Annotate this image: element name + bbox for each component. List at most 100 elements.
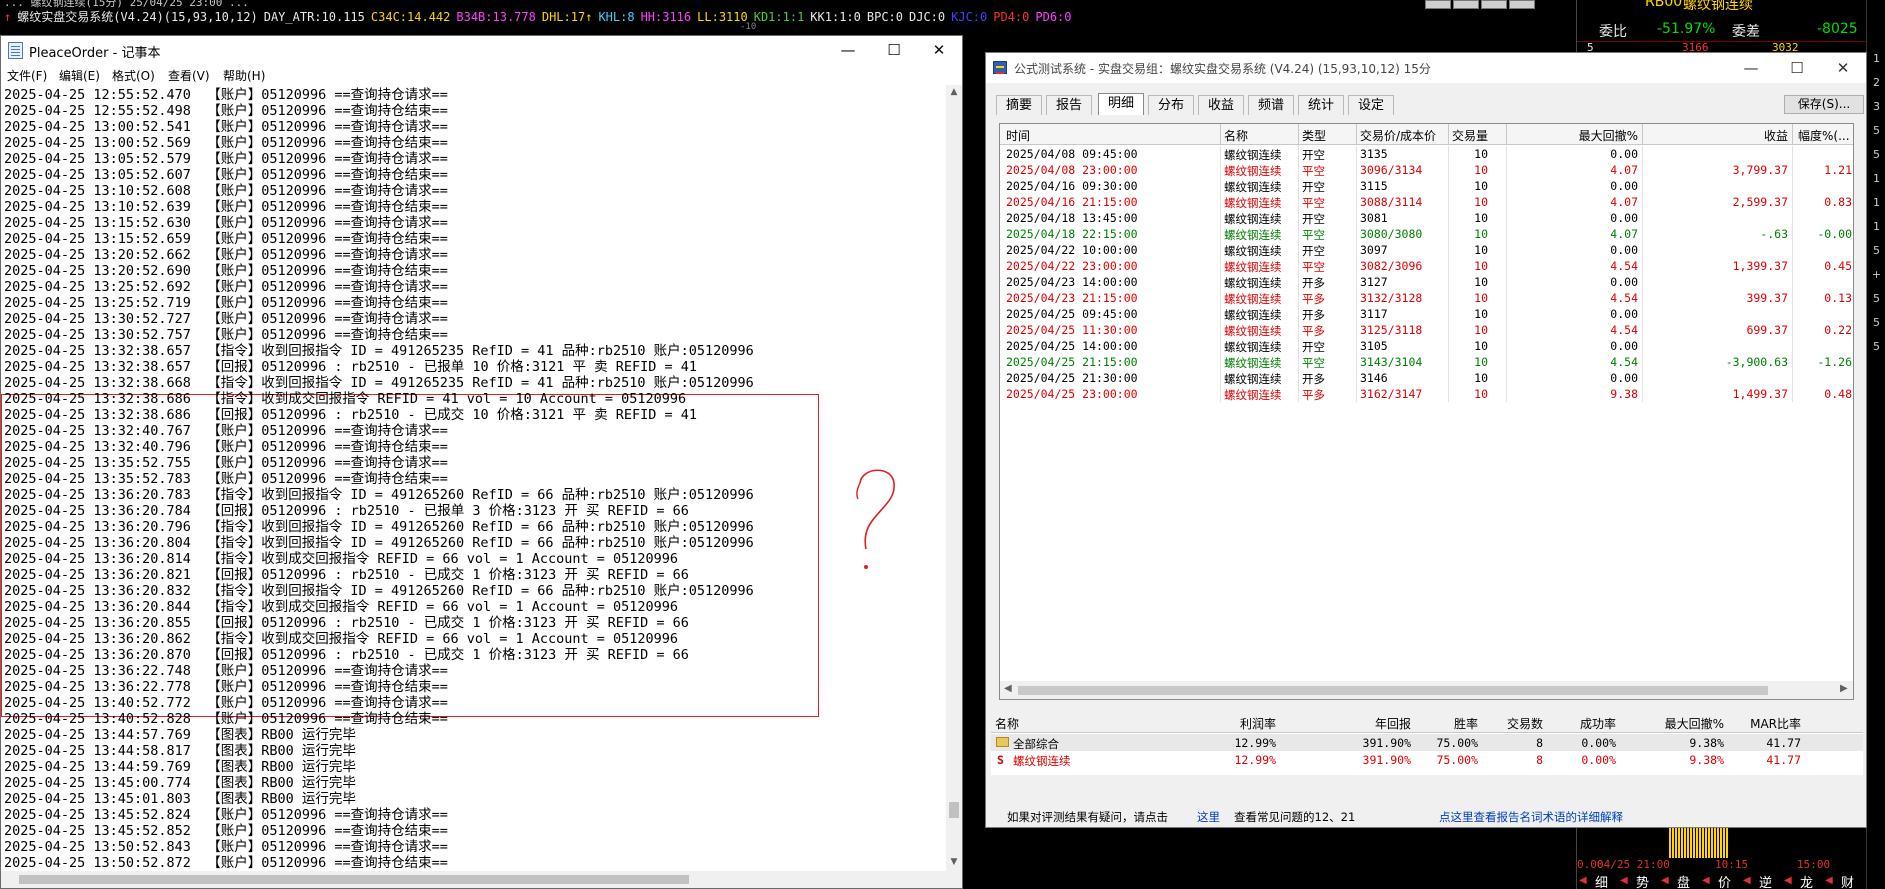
scroll-up-icon[interactable]: ▲ — [949, 87, 959, 99]
summary-row[interactable]: S 螺纹钢连续 12.99% 391.90% 75.00% 8 0.00% 9.38% 41.7… — [991, 751, 1863, 768]
side-tool-button[interactable]: 3 — [1870, 100, 1883, 113]
quote-tab[interactable]: 价 — [1718, 872, 1731, 889]
table-row[interactable]: 2025/04/16 09:30:00 螺纹钢连续 开空 3115 10 0.00 — [1000, 178, 1853, 194]
table-row[interactable]: 2025/04/25 21:15:00 螺纹钢连续 平空 3143/3104 10 4.5… — [1000, 354, 1853, 370]
tab-1[interactable]: 报告 — [1046, 95, 1092, 115]
notepad-vertical-scrollbar[interactable]: ▲ ▼ — [946, 85, 962, 871]
summary-column-header[interactable]: MAR比率 — [1750, 715, 1801, 732]
toolbar-button[interactable] — [1425, 0, 1451, 9]
column-header[interactable]: 交易价/成本价 — [1360, 127, 1436, 144]
table-row[interactable]: 2025/04/23 14:00:00 螺纹钢连续 开多 3127 10 0.00 — [1000, 274, 1853, 290]
footer-glossary-link[interactable]: 点这里查看报告名词术语的详细解释 — [1439, 809, 1623, 825]
tab-6[interactable]: 统计 — [1298, 95, 1344, 115]
quote-tab[interactable]: 龙 — [1800, 872, 1813, 889]
tester-titlebar[interactable]: 公式测试系统 - 实盘交易组：螺纹实盘交易系统 (V4.24) (15,93,1… — [986, 53, 1866, 83]
toolbar-button[interactable] — [1481, 0, 1507, 9]
table-row[interactable]: 2025/04/22 10:00:00 螺纹钢连续 开空 3097 10 0.00 — [1000, 242, 1853, 258]
toolbar-button[interactable] — [1509, 0, 1535, 9]
column-header[interactable]: 幅度%(... — [1798, 127, 1850, 144]
table-row[interactable]: 2025/04/23 21:15:00 螺纹钢连续 平多 3132/3128 10 4.5… — [1000, 290, 1853, 306]
column-separator[interactable] — [1792, 124, 1793, 145]
side-tool-button[interactable]: 2 — [1870, 76, 1883, 89]
column-separator[interactable] — [1506, 124, 1507, 145]
summary-column-header[interactable]: 名称 — [995, 715, 1019, 732]
notepad-horizontal-scrollbar[interactable] — [1, 871, 962, 888]
summary-column-header[interactable]: 交易数 — [1507, 715, 1543, 732]
footer-help-link[interactable]: 这里 — [1197, 809, 1220, 825]
maximize-button[interactable]: ☐ — [1774, 53, 1820, 83]
summary-column-header[interactable]: 最大回撤% — [1665, 715, 1724, 732]
table-horizontal-scrollbar[interactable]: ◀ ▶ — [1000, 681, 1853, 699]
minimize-button[interactable]: — — [825, 36, 871, 65]
side-tool-button[interactable]: 1 — [1870, 196, 1883, 209]
column-separator[interactable] — [1356, 124, 1357, 145]
scroll-right-icon[interactable]: ▶ — [1840, 683, 1848, 694]
close-button[interactable]: ✕ — [1820, 53, 1866, 83]
side-tool-button[interactable]: 5 — [1870, 244, 1883, 257]
tab-2[interactable]: 明细 — [1098, 93, 1144, 115]
table-row[interactable]: 2025/04/08 09:45:00 螺纹钢连续 开空 3135 10 0.00 — [1000, 146, 1853, 162]
quote-tab[interactable]: 势 — [1636, 872, 1649, 889]
menu-item[interactable]: 编辑(E) — [59, 67, 100, 84]
tab-0[interactable]: 摘要 — [996, 95, 1042, 115]
quote-tab[interactable]: 财 — [1841, 872, 1854, 889]
toolbar-button[interactable] — [1453, 0, 1479, 9]
table-row[interactable]: 2025/04/08 23:00:00 螺纹钢连续 平空 3096/3134 10 4.0… — [1000, 162, 1853, 178]
tab-3[interactable]: 分布 — [1148, 95, 1194, 115]
notepad-titlebar[interactable]: PleaceOrder - 记事本 — ☐ ✕ — [1, 36, 962, 65]
quote-tab[interactable]: 逆 — [1759, 872, 1772, 889]
notepad-text-area[interactable]: 2025-04-25 12:55:52.470 【账户】05120996 ==查… — [1, 85, 946, 871]
menu-item[interactable]: 帮助(H) — [223, 67, 265, 84]
table-row[interactable]: 2025/04/25 14:00:00 螺纹钢连续 开空 3105 10 0.00 — [1000, 338, 1853, 354]
side-tool-button[interactable]: 5 — [1870, 124, 1883, 137]
tab-4[interactable]: 收益 — [1198, 95, 1244, 115]
summary-column-header[interactable]: 利润率 — [1240, 715, 1276, 732]
side-tool-button[interactable]: 5 — [1870, 316, 1883, 329]
maximize-button[interactable]: ☐ — [871, 36, 917, 65]
menu-item[interactable]: 查看(V) — [168, 67, 210, 84]
menu-item[interactable]: 文件(F) — [7, 67, 47, 84]
scrollbar-thumb[interactable] — [949, 802, 959, 818]
summary-column-header[interactable]: 胜率 — [1454, 715, 1478, 732]
table-row[interactable]: 2025/04/25 23:00:00 螺纹钢连续 平多 3162/3147 10 9.3… — [1000, 386, 1853, 402]
quote-tab[interactable]: 盘 — [1677, 872, 1690, 889]
table-row[interactable]: 2025/04/25 11:30:00 螺纹钢连续 平多 3125/3118 10 4.5… — [1000, 322, 1853, 338]
column-separator[interactable] — [1298, 124, 1299, 145]
menu-item[interactable]: 格式(O) — [112, 67, 155, 84]
column-separator[interactable] — [1642, 124, 1643, 145]
table-row[interactable]: 2025/04/18 22:15:00 螺纹钢连续 平空 3080/3080 10 4.0… — [1000, 226, 1853, 242]
column-header[interactable]: 交易量 — [1452, 127, 1488, 144]
scroll-down-icon[interactable]: ▼ — [949, 857, 959, 869]
scroll-left-icon[interactable]: ◀ — [1004, 683, 1012, 694]
side-tool-button[interactable]: 1 — [1870, 52, 1883, 65]
table-row[interactable]: 2025/04/22 23:00:00 螺纹钢连续 平空 3082/3096 10 4.5… — [1000, 258, 1853, 274]
side-tool-button[interactable]: 5 — [1870, 292, 1883, 305]
save-button[interactable]: 保存(S)... — [1784, 95, 1864, 114]
side-tool-button[interactable]: 5 — [1870, 340, 1883, 353]
column-header[interactable]: 收益 — [1764, 127, 1788, 144]
column-separator[interactable] — [1448, 124, 1449, 145]
side-tool-button[interactable]: 1 — [1870, 220, 1883, 233]
summary-column-header[interactable]: 年回报 — [1375, 715, 1411, 732]
scrollbar-thumb[interactable] — [19, 875, 689, 884]
side-tool-button[interactable]: 5 — [1870, 148, 1883, 161]
column-separator[interactable] — [1220, 124, 1221, 145]
minimize-button[interactable]: — — [1728, 53, 1774, 83]
summary-row[interactable]: 全部综合 12.99% 391.90% 75.00% 8 0.00% 9.38% 41.77 — [991, 734, 1863, 751]
column-header[interactable]: 类型 — [1302, 127, 1326, 144]
summary-column-header[interactable]: 成功率 — [1580, 715, 1616, 732]
tab-7[interactable]: 设定 — [1348, 95, 1394, 115]
table-row[interactable]: 2025/04/25 21:30:00 螺纹钢连续 开多 3146 10 0.00 — [1000, 370, 1853, 386]
side-tool-button[interactable]: + — [1870, 268, 1883, 281]
column-header[interactable]: 名称 — [1224, 127, 1248, 144]
column-header[interactable]: 时间 — [1006, 127, 1030, 144]
close-button[interactable]: ✕ — [916, 36, 962, 65]
table-row[interactable]: 2025/04/25 09:45:00 螺纹钢连续 开多 3117 10 0.00 — [1000, 306, 1853, 322]
column-header[interactable]: 最大回撤% — [1579, 127, 1638, 144]
quote-tab[interactable]: 细 — [1595, 872, 1608, 889]
table-row[interactable]: 2025/04/16 21:15:00 螺纹钢连续 平空 3088/3114 10 4.0… — [1000, 194, 1853, 210]
scrollbar-thumb[interactable] — [1018, 686, 1768, 695]
table-row[interactable]: 2025/04/18 13:45:00 螺纹钢连续 开空 3081 10 0.00 — [1000, 210, 1853, 226]
tab-5[interactable]: 频谱 — [1248, 95, 1294, 115]
side-tool-button[interactable]: 1 — [1870, 172, 1883, 185]
